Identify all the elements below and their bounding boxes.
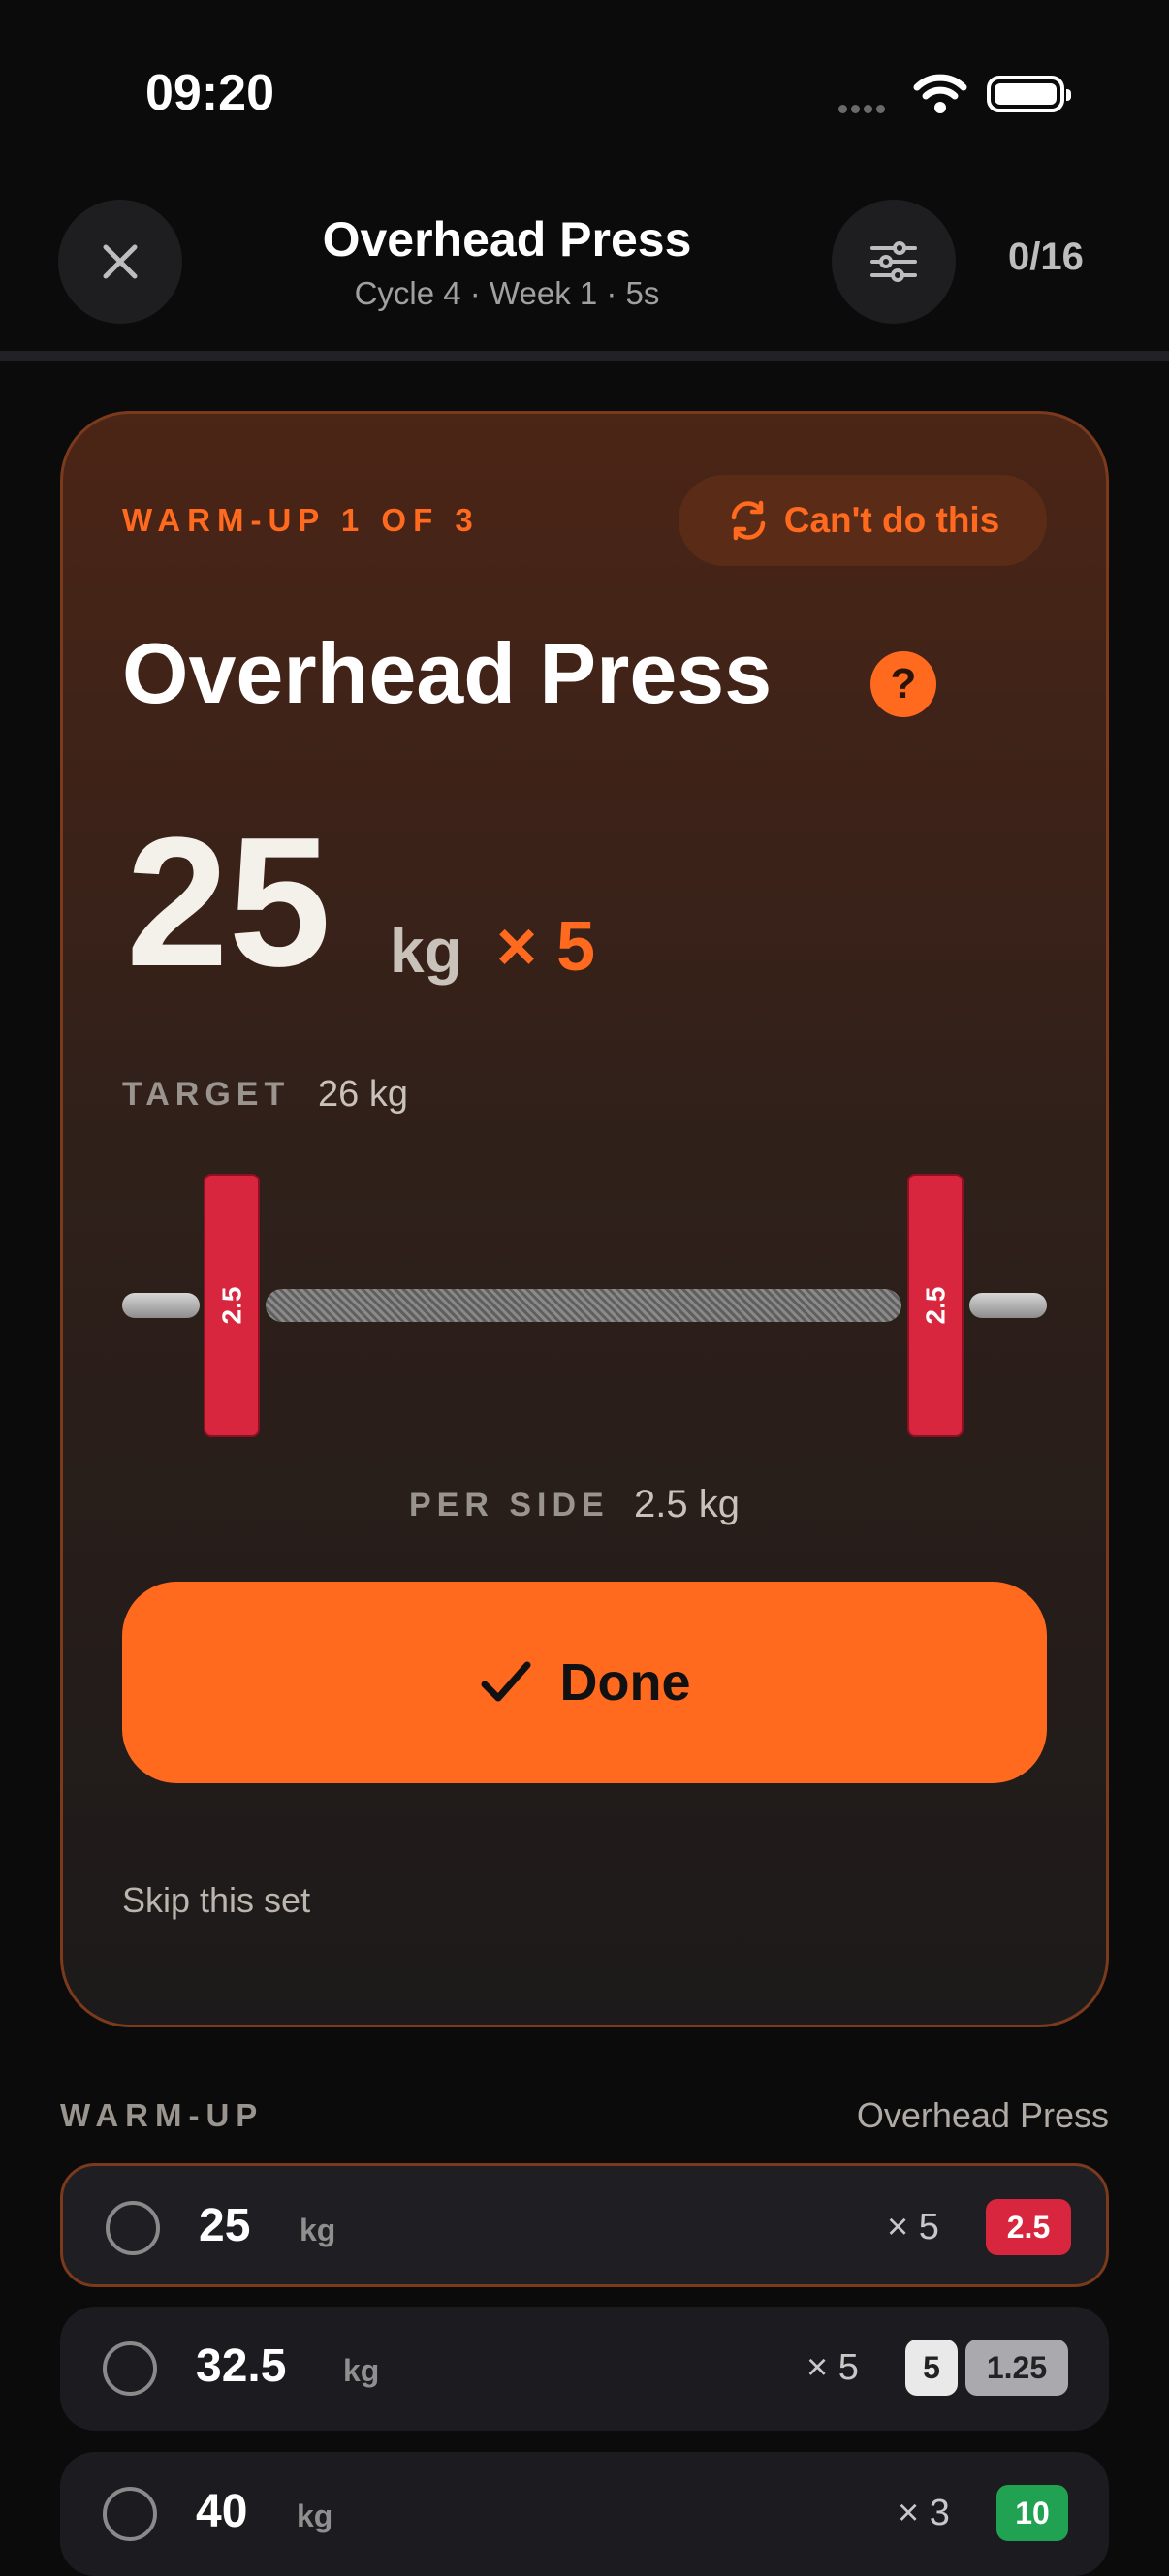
set-label: WARM-UP 1 OF 3 <box>122 502 480 538</box>
help-icon[interactable]: ? <box>870 651 936 717</box>
set-row[interactable]: 40 kg × 3 10 <box>60 2452 1109 2576</box>
set-checkbox[interactable] <box>106 2201 160 2255</box>
section-exercise: Overhead Press <box>856 2095 1109 2135</box>
reps-value: × 5 <box>496 908 596 986</box>
row-unit: kg <box>343 2353 380 2388</box>
plate-chip: 10 <box>996 2485 1068 2541</box>
wifi-icon <box>913 74 967 119</box>
exercise-name: Overhead Press <box>122 625 773 721</box>
done-label: Done <box>559 1653 691 1712</box>
barbell-sleeve-left <box>122 1293 200 1318</box>
weight-value: 25 <box>126 800 332 1005</box>
per-side-value: 2.5 kg <box>634 1483 740 1525</box>
cant-do-this-label: Can't do this <box>783 500 1000 540</box>
plate-right-label: 2.5 <box>920 1286 950 1325</box>
done-button[interactable]: Done <box>122 1582 1047 1783</box>
plate-left-label: 2.5 <box>216 1286 246 1325</box>
set-row[interactable]: 25 kg × 5 2.5 <box>60 2163 1109 2287</box>
settings-button[interactable] <box>832 200 956 324</box>
checkmark-icon <box>481 1661 530 1702</box>
status-time: 09:20 <box>145 65 274 121</box>
set-progress: 0/16 <box>1008 236 1084 278</box>
row-weight: 25 <box>199 2200 251 2251</box>
set-checkbox[interactable] <box>103 2487 157 2541</box>
plate-chip: 5 <box>905 2340 958 2396</box>
skip-set-link[interactable]: Skip this set <box>122 1880 310 1921</box>
row-weight: 40 <box>196 2486 248 2537</box>
plate-chip: 1.25 <box>965 2340 1068 2396</box>
row-weight: 32.5 <box>196 2340 287 2392</box>
battery-icon <box>987 76 1071 112</box>
sliders-icon <box>870 241 917 282</box>
set-row[interactable]: 32.5 kg × 5 5 1.25 <box>60 2307 1109 2431</box>
section-label: WARM-UP <box>60 2097 265 2133</box>
target-value: 26 kg <box>318 1074 408 1115</box>
cellular-signal-icon <box>838 101 889 118</box>
row-reps: × 3 <box>898 2493 950 2533</box>
barbell-shaft <box>266 1289 901 1322</box>
set-checkbox[interactable] <box>103 2341 157 2396</box>
plate-left: 2.5 <box>204 1174 260 1437</box>
row-unit: kg <box>297 2498 333 2533</box>
row-reps: × 5 <box>887 2207 939 2247</box>
target-label: TARGET <box>122 1076 291 1113</box>
swap-icon <box>731 500 765 541</box>
row-unit: kg <box>300 2213 336 2247</box>
per-side-label: PER SIDE <box>409 1487 610 1524</box>
weight-unit: kg <box>390 916 462 986</box>
row-reps: × 5 <box>806 2347 859 2388</box>
plate-chip: 2.5 <box>986 2199 1071 2255</box>
plate-right: 2.5 <box>907 1174 964 1437</box>
cant-do-this-button[interactable]: Can't do this <box>679 475 1047 566</box>
divider <box>0 351 1169 361</box>
barbell-sleeve-right <box>969 1293 1047 1318</box>
